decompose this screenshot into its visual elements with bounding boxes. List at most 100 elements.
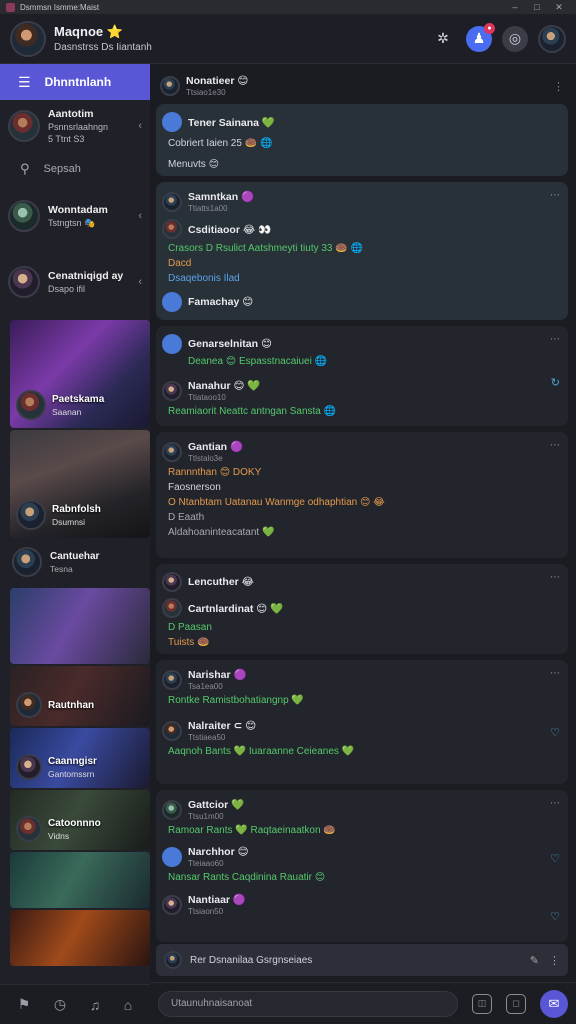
flag-icon[interactable]: ⚑ (18, 996, 31, 1013)
sidebar-user[interactable]: Wonntadam Tstngtsn 🎭 ‹ (0, 186, 150, 246)
sidebar-search[interactable]: ⚲ Sepsah (0, 152, 150, 186)
post-time: Ttsiao1e30 (186, 88, 226, 97)
sidebar-user-name: Cenatniqigd ay (48, 270, 124, 282)
sidebar-card[interactable] (10, 588, 150, 664)
feed-top-post[interactable]: Nonatieer 😊 Ttsiao1e30 ⋮ (156, 68, 568, 104)
notifications-icon[interactable]: ♟ ● (466, 22, 495, 52)
sidebar-card-status: Dsumnsi (52, 516, 86, 527)
maximize-button[interactable]: □ (526, 2, 548, 12)
avatar (162, 292, 182, 312)
post-card[interactable]: ⋯ Gantian 🟣 Ttlstalo3e Rannnthan 😊 DOKY F… (156, 432, 568, 558)
username: Maqnoe ⭐ (54, 24, 123, 39)
card-image (10, 852, 150, 908)
post-card[interactable]: Tener Sainana 💚 Cobriert Iaien 25 🍩 🌐 Me… (156, 104, 568, 176)
post-card[interactable]: ⋯ Lencuther 😂 Cartnlardinat 😊 💚 D Paasan… (156, 564, 568, 654)
camera-icon[interactable]: ◎ (502, 25, 528, 52)
avatar (162, 334, 182, 354)
window-titlebar: Dsmmsn Ismme:Maist – □ ✕ (0, 0, 576, 14)
post-time: Tsa1ea00 (188, 682, 223, 691)
sidebar-user-status-2: 5 Ttnt S3 (48, 134, 85, 144)
refresh-icon[interactable]: ↻ (551, 376, 560, 389)
post-card[interactable]: ⋯ Samntkan 🟣 Ttiatts1a00 Csditiaoor 😂 👀 C… (156, 182, 568, 320)
sidebar-item-dashboard[interactable]: ☰ Dhnntnlanh (0, 64, 150, 100)
post-text: Rontke Ramistbohatiangnp 💚 (168, 695, 304, 706)
sidebar-card[interactable]: Rabnfolsh Dsumnsi (10, 430, 150, 538)
post-text: Ramoar Rants 💚 Raqtaeinaatkon 🍩 (168, 825, 336, 836)
sidebar-user[interactable]: Cenatniqigd ay Dsapo ifil ‹ (0, 246, 150, 318)
sidebar-item-label: Dhnntnlanh (44, 75, 112, 89)
avatar (162, 847, 182, 867)
heart-icon[interactable]: ♡ (550, 726, 560, 739)
post-text: Dsaqebonis Ilad (168, 273, 240, 284)
minimize-button[interactable]: – (504, 2, 526, 12)
sidebar-card[interactable] (10, 910, 150, 966)
post-card[interactable]: ⋯ Narishar 🟣 Tsa1ea00 Rontke Ramistbohati… (156, 660, 568, 784)
profile-avatar[interactable] (538, 24, 566, 53)
more-icon[interactable]: ⋯ (550, 798, 560, 809)
sidebar-user-status: Psnnsrlaahngn (48, 122, 109, 132)
sidebar-card-status: Gantomssrn (48, 768, 95, 779)
more-icon[interactable]: ⋯ (550, 572, 560, 583)
heart-icon[interactable]: ♡ (550, 852, 560, 865)
avatar (162, 219, 182, 239)
post-author: Lencuther 😂 (188, 576, 254, 588)
close-button[interactable]: ✕ (548, 2, 570, 13)
sidebar-user-name: Aantotim (48, 108, 94, 120)
attach-icon[interactable]: ◫ (472, 993, 492, 1014)
music-icon[interactable]: ♫ (90, 997, 101, 1013)
post-author: Narchhor 😊 (188, 846, 249, 858)
post-text: Crasors D Rsulict Aatshmeyti tiuty 33 🍩 … (168, 243, 363, 254)
card-image (10, 588, 150, 664)
avatar (8, 200, 40, 232)
more-icon[interactable]: ⋯ (550, 668, 560, 679)
sidebar-card[interactable]: Paetskama Saanan (10, 320, 150, 428)
avatar (162, 894, 182, 915)
sidebar-user-status: Tesna (50, 563, 73, 574)
clock-icon[interactable]: ◷ (54, 996, 66, 1013)
chevron-left-icon[interactable]: ‹ (138, 210, 142, 222)
sidebar-card[interactable] (10, 852, 150, 908)
avatar (162, 441, 182, 462)
avatar (16, 390, 46, 420)
post-author: Cartnlardinat 😊 💚 (188, 602, 284, 615)
image-icon[interactable]: ◻ (506, 993, 526, 1014)
avatar (162, 721, 182, 741)
more-icon[interactable]: ⋯ (550, 334, 560, 345)
sidebar-card-name: Catoonnno (48, 817, 101, 829)
post-time: Ttsiaon50 (188, 907, 224, 916)
post-time: Ttsu1m00 (188, 812, 224, 821)
avatar (162, 598, 182, 618)
avatar (16, 754, 42, 780)
search-icon: ⚲ (20, 161, 30, 176)
notification-badge: ● (484, 22, 495, 34)
settings-icon[interactable]: ✲ (430, 26, 456, 52)
edit-icon[interactable]: ✎ (530, 954, 539, 967)
post-author: Gattcior 💚 (188, 799, 245, 811)
message-bar: Utaunuhnaisanoat ◫ ◻ ✉ (150, 982, 576, 1024)
chevron-left-icon[interactable]: ‹ (138, 120, 142, 132)
sidebar-user[interactable]: Aantotim Psnnsrlaahngn 5 Ttnt S3 ‹ (0, 100, 150, 152)
more-icon[interactable]: ⋮ (553, 80, 564, 93)
post-author: Famachay 😊 (188, 296, 254, 308)
post-card[interactable]: ⋯ Gattcior 💚 Ttsu1m00 Ramoar Rants 💚 Raqt… (156, 790, 568, 942)
sidebar-user[interactable]: Cantuehar Tesna (0, 538, 150, 586)
post-composer[interactable]: Rer Dsnanilaa Gsrgnseiaes ✎ ⋮ (156, 944, 568, 976)
app-header: Maqnoe ⭐ Dasnstrss Ds Iiantanh ✲ ♟ ● ◎ (0, 14, 576, 64)
post-card[interactable]: ⋯ Genarselnitan 😊 Deanea 😊 Espasstnacaiu… (156, 326, 568, 426)
more-vertical-icon[interactable]: ⋮ (549, 954, 560, 967)
more-icon[interactable]: ⋯ (550, 440, 560, 451)
heart-icon[interactable]: ♡ (550, 910, 560, 923)
sidebar-card[interactable]: Rautnhan (10, 666, 150, 726)
avatar (162, 191, 182, 212)
message-input[interactable]: Utaunuhnaisanoat (158, 990, 458, 1017)
chevron-left-icon[interactable]: ‹ (138, 276, 142, 288)
sidebar-card[interactable]: Catoonnno Vidns (10, 790, 150, 850)
avatar (162, 572, 182, 592)
post-text: Deanea 😊 Espasstnacaiuei 🌐 (188, 356, 328, 367)
chat-send-button[interactable]: ✉ (540, 989, 568, 1018)
sidebar-card[interactable]: Caanngisr Gantomssrn (10, 728, 150, 788)
more-icon[interactable]: ⋯ (550, 190, 560, 201)
user-avatar[interactable] (10, 20, 46, 57)
home-icon[interactable]: ⌂ (124, 997, 132, 1013)
post-author: Nanahur 😊 💚 (188, 380, 261, 392)
